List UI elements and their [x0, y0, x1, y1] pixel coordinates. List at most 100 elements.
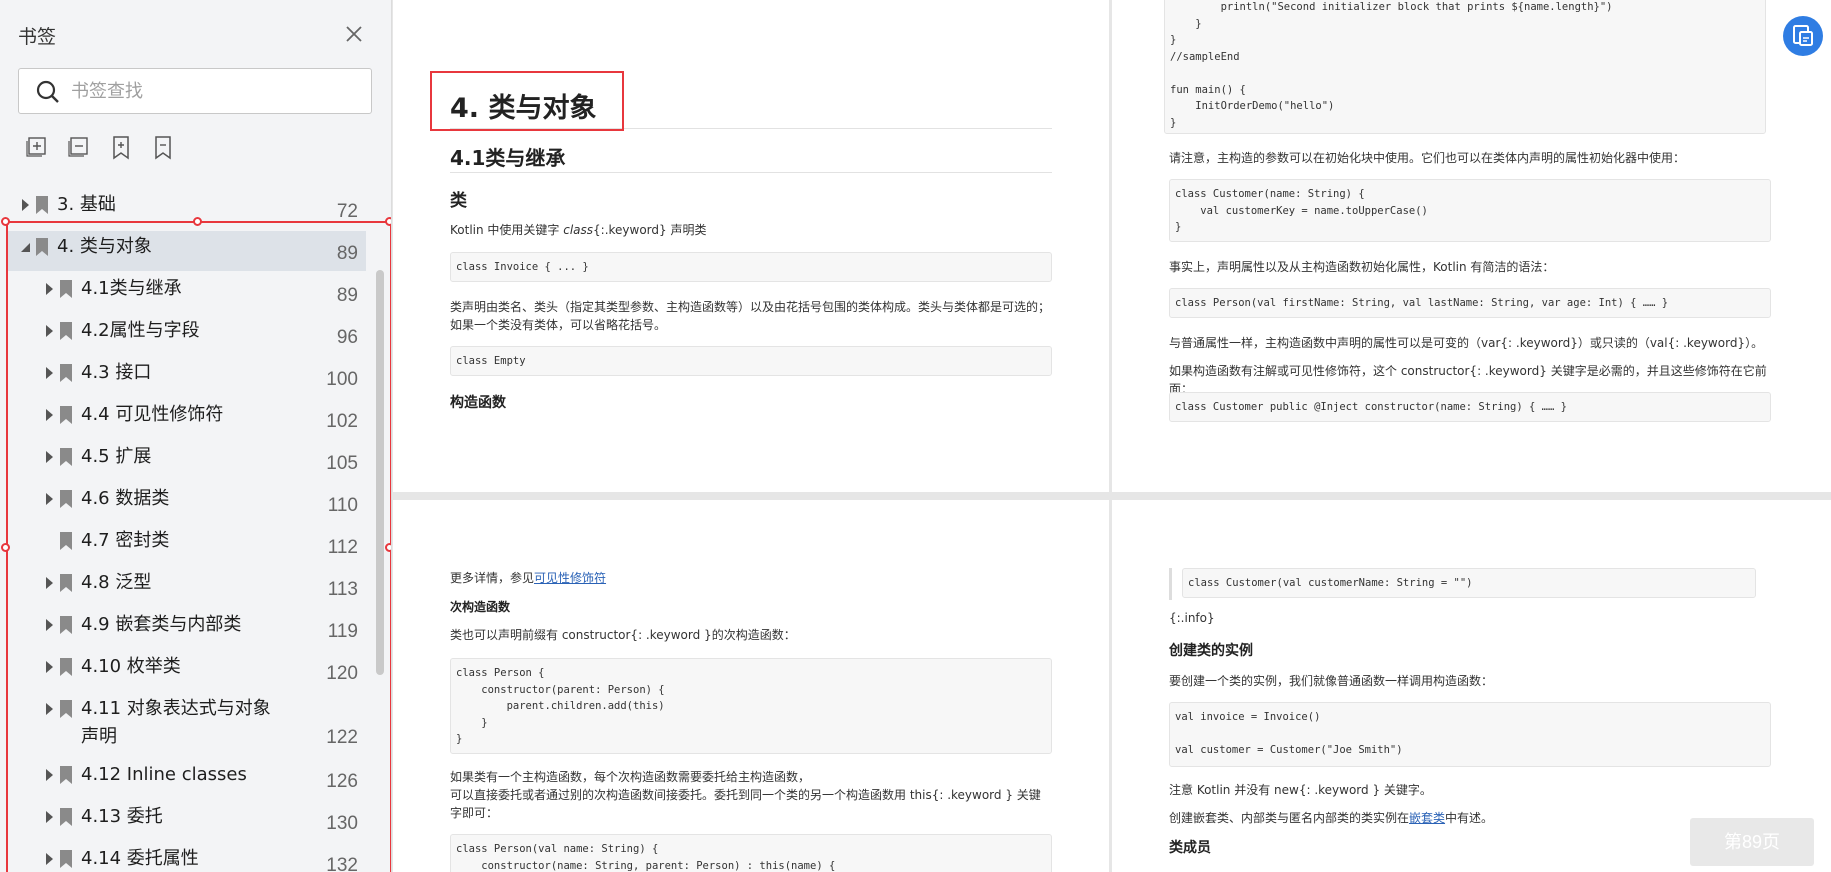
caret-right-icon[interactable] [44, 852, 56, 866]
bookmark-item-4-6[interactable]: 4.6 数据类 110 [0, 479, 368, 521]
bookmark-item-4-12[interactable]: 4.12 Inline classes 126 [0, 755, 368, 797]
section-title: 4.1类与继承 [450, 146, 566, 170]
document-tool-icon [1793, 25, 1813, 46]
bookmark-icon [58, 699, 74, 719]
bookmark-label: 4.6 数据类 [81, 488, 170, 509]
paragraph: 要创建一个类的实例，我们就像普通函数一样调用构造函数： [1169, 674, 1494, 688]
bookmark-page: 110 [327, 495, 358, 516]
page-bottom-left: 更多详情，参见可见性修饰符 次构造函数 类也可以声明前缀有 constructo… [393, 500, 1109, 872]
bookmark-icon [58, 447, 74, 467]
bookmark-label: 4.11 对象表达式与对象声明 [81, 698, 271, 747]
text-run: class [563, 223, 594, 237]
bookmark-search-input[interactable] [71, 77, 361, 105]
code-block: class Person { constructor(parent: Perso… [450, 658, 1052, 754]
bookmark-page: 102 [326, 411, 358, 432]
expand-all-icon[interactable] [24, 134, 50, 162]
code-block: class Invoice { ... } [450, 252, 1052, 282]
heading: 类成员 [1169, 840, 1211, 856]
bookmark-label: 3. 基础 [57, 194, 116, 215]
bookmark-item-4-2[interactable]: 4.2属性与字段 96 [0, 311, 368, 353]
bookmark-icon [34, 237, 50, 257]
search-icon [35, 79, 61, 105]
bookmark-page: 72 [336, 201, 358, 222]
caret-right-icon[interactable] [20, 198, 32, 212]
caret-right-icon[interactable] [44, 366, 56, 380]
bookmark-label: 4.10 枚举类 [81, 656, 181, 677]
visibility-modifiers-link[interactable]: 可见性修饰符 [534, 571, 606, 585]
caret-right-icon[interactable] [44, 660, 56, 674]
resize-handle[interactable] [1, 217, 10, 226]
paragraph: 请注意，主构造的参数可以在初始化块中使用。它们也可以在类体内声明的属性初始化器中… [1169, 151, 1686, 165]
bookmark-item-4-14[interactable]: 4.14 委托属性 132 [0, 839, 368, 872]
bookmark-item-4-3[interactable]: 4.3 接口 100 [0, 353, 368, 395]
caret-right-icon[interactable] [44, 618, 56, 632]
caret-right-icon[interactable] [44, 408, 56, 422]
code-block: class Person(val firstName: String, val … [1169, 288, 1771, 318]
caret-right-icon[interactable] [44, 702, 56, 716]
caret-down-icon[interactable] [20, 240, 32, 254]
add-bookmark-icon[interactable] [108, 134, 134, 162]
subsection-title: 类 [450, 191, 467, 211]
bookmark-item-4-13[interactable]: 4.13 委托 130 [0, 797, 368, 839]
close-icon[interactable] [340, 20, 368, 48]
quote-bar [1169, 568, 1172, 600]
caret-right-icon[interactable] [44, 450, 56, 464]
caret-right-icon[interactable] [44, 282, 56, 296]
bookmark-icon [58, 405, 74, 425]
resize-handle[interactable] [385, 543, 391, 552]
caret-right-icon[interactable] [44, 576, 56, 590]
floating-tool-button[interactable] [1783, 16, 1823, 56]
resize-handle[interactable] [193, 217, 202, 226]
heading: 构造函数 [450, 395, 506, 411]
bookmark-page: 112 [327, 537, 358, 558]
caret-right-icon[interactable] [44, 768, 56, 782]
nested-classes-link[interactable]: 嵌套类 [1409, 811, 1445, 825]
bookmark-item-4-10[interactable]: 4.10 枚举类 120 [0, 647, 368, 689]
sidebar-scrollbar[interactable] [376, 270, 384, 675]
bookmark-icon [58, 363, 74, 383]
paragraph: Kotlin 中使用关键字 class{:.keyword} 声明类 [450, 221, 1052, 239]
bookmark-item-4[interactable]: 4. 类与对象 89 [0, 227, 368, 271]
bookmark-item-4-8[interactable]: 4.8 泛型 113 [0, 563, 368, 605]
bookmark-item-4-7[interactable]: 4.7 密封类 112 [0, 521, 368, 563]
bookmark-label: 4.9 嵌套类与内部类 [81, 614, 242, 635]
caret-right-icon[interactable] [44, 324, 56, 338]
bookmark-label: 4.7 密封类 [81, 530, 170, 551]
bookmark-icon [58, 321, 74, 341]
bookmark-item-3[interactable]: 3. 基础 72 [0, 185, 368, 227]
bookmark-item-4-5[interactable]: 4.5 扩展 105 [0, 437, 368, 479]
divider [450, 172, 1052, 173]
remove-bookmark-icon[interactable] [150, 134, 176, 162]
paragraph: 与普通属性一样，主构造函数中声明的属性可以是可变的（var{: .keyword… [1169, 336, 1764, 350]
heading: 创建类的实例 [1169, 643, 1253, 659]
code-block: println("Second initializer block that p… [1164, 0, 1766, 134]
text-run: 创建嵌套类、内部类与匿名内部类的类实例在 [1169, 811, 1410, 825]
resize-handle[interactable] [385, 217, 391, 226]
bookmark-sidebar: 书签 3. 基础 72 [0, 0, 392, 872]
bookmark-icon [58, 279, 74, 299]
text-run: Kotlin 中使用关键字 [450, 223, 564, 237]
sidebar-title: 书签 [18, 27, 57, 48]
bookmark-item-4-11[interactable]: 4.11 对象表达式与对象声明 122 [0, 689, 368, 755]
bookmark-icon [58, 849, 74, 869]
bookmark-item-4-1[interactable]: 4.1类与继承 89 [0, 269, 368, 311]
collapse-all-icon[interactable] [66, 134, 92, 162]
bookmark-item-4-9[interactable]: 4.9 嵌套类与内部类 119 [0, 605, 368, 647]
bookmark-icon [58, 573, 74, 593]
caret-right-icon[interactable] [44, 492, 56, 506]
page-top-left: 4. 类与对象 4.1类与继承 类 Kotlin 中使用关键字 class{:.… [393, 0, 1109, 492]
bookmark-page: 89 [336, 243, 358, 264]
bookmark-search-box[interactable] [18, 68, 372, 114]
code-block: val invoice = Invoice() val customer = C… [1169, 702, 1771, 767]
paragraph: 如果类有一个主构造函数，每个次构造函数需要委托给主构造函数， 可以直接委托或者通… [450, 770, 1041, 820]
code-block: class Customer(name: String) { val custo… [1169, 179, 1771, 242]
document-view[interactable]: 4. 类与对象 4.1类与继承 类 Kotlin 中使用关键字 class{:.… [393, 0, 1831, 872]
bookmark-label: 4.2属性与字段 [81, 320, 200, 341]
caret-right-icon[interactable] [44, 810, 56, 824]
bookmark-page: 113 [327, 579, 358, 600]
bookmark-page: 100 [326, 369, 358, 390]
bookmark-label: 4. 类与对象 [57, 236, 152, 257]
resize-handle[interactable] [1, 543, 10, 552]
bookmark-item-4-4[interactable]: 4.4 可见性修饰符 102 [0, 395, 368, 437]
text-run: {:.keyword} 声明类 [593, 223, 707, 237]
